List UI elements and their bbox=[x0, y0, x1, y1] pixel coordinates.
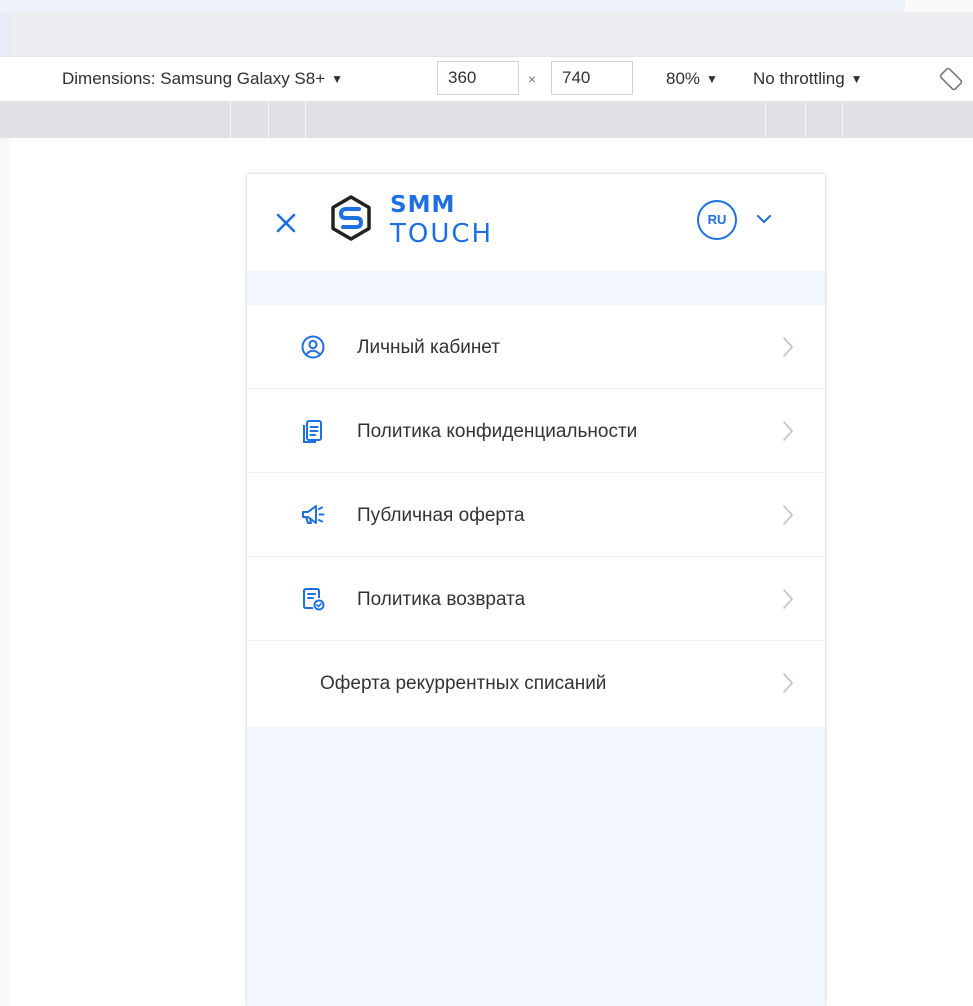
chevron-down-icon[interactable] bbox=[755, 212, 773, 226]
user-circle-icon bbox=[301, 335, 325, 359]
browser-tab-strip bbox=[0, 12, 973, 56]
rotate-icon[interactable] bbox=[938, 66, 964, 92]
menu-item-label: Политика возврата bbox=[357, 589, 526, 610]
viewport-edge bbox=[0, 138, 9, 1006]
menu-item-label: Политика конфиденциальности bbox=[357, 421, 638, 442]
dropdown-arrow-icon: ▼ bbox=[331, 72, 344, 86]
mobile-screen: SMM TOUCH RU Личный кабинет Политика кон… bbox=[247, 174, 825, 1006]
chevron-right-icon bbox=[783, 337, 793, 357]
menu-item-label: Оферта рекуррентных списаний bbox=[320, 673, 607, 694]
menu-item-privacy-policy[interactable]: Политика конфиденциальности bbox=[247, 389, 825, 473]
chevron-right-icon bbox=[783, 673, 793, 693]
device-select[interactable]: Dimensions: Samsung Galaxy S8+ ▼ bbox=[62, 69, 343, 89]
chevron-right-icon bbox=[783, 505, 793, 525]
width-input[interactable]: 360 bbox=[437, 61, 519, 95]
top-strip bbox=[0, 0, 905, 12]
device-select-label: Dimensions: Samsung Galaxy S8+ bbox=[62, 69, 326, 88]
menu-item-account[interactable]: Личный кабинет bbox=[247, 305, 825, 389]
media-query-ruler bbox=[0, 102, 973, 138]
menu-item-public-offer[interactable]: Публичная оферта bbox=[247, 473, 825, 557]
times-sign: × bbox=[528, 71, 537, 87]
height-input[interactable]: 740 bbox=[551, 61, 633, 95]
dropdown-arrow-icon: ▼ bbox=[850, 72, 863, 86]
megaphone-icon bbox=[302, 505, 325, 524]
logo-text-smm: SMM bbox=[390, 192, 456, 218]
device-toolbar: Dimensions: Samsung Galaxy S8+ ▼ 360 × 74… bbox=[0, 56, 973, 102]
language-badge[interactable]: RU bbox=[697, 200, 737, 240]
dropdown-arrow-icon: ▼ bbox=[706, 72, 718, 86]
logo-icon[interactable] bbox=[327, 194, 375, 242]
zoom-label: 80% bbox=[666, 69, 701, 88]
document-icon bbox=[303, 420, 322, 443]
tab-accent bbox=[0, 12, 12, 56]
menu-item-label: Личный кабинет bbox=[357, 337, 500, 358]
throttling-select[interactable]: No throttling ▼ bbox=[753, 69, 863, 89]
top-strip-right bbox=[905, 0, 973, 12]
menu-item-label: Публичная оферта bbox=[357, 505, 525, 526]
throttling-label: No throttling bbox=[753, 69, 845, 88]
mobile-header: SMM TOUCH RU bbox=[247, 174, 825, 271]
side-menu: Личный кабинет Политика конфиденциальнос… bbox=[247, 305, 825, 727]
menu-item-recurring-offer[interactable]: Оферта рекуррентных списаний bbox=[247, 641, 825, 727]
chevron-right-icon bbox=[783, 421, 793, 441]
refund-document-icon bbox=[303, 588, 325, 611]
chevron-right-icon bbox=[783, 589, 793, 609]
menu-item-refund-policy[interactable]: Политика возврата bbox=[247, 557, 825, 641]
close-icon[interactable] bbox=[274, 211, 298, 235]
zoom-select[interactable]: 80% ▼ bbox=[666, 69, 718, 89]
logo-text-touch: TOUCH bbox=[390, 219, 494, 249]
